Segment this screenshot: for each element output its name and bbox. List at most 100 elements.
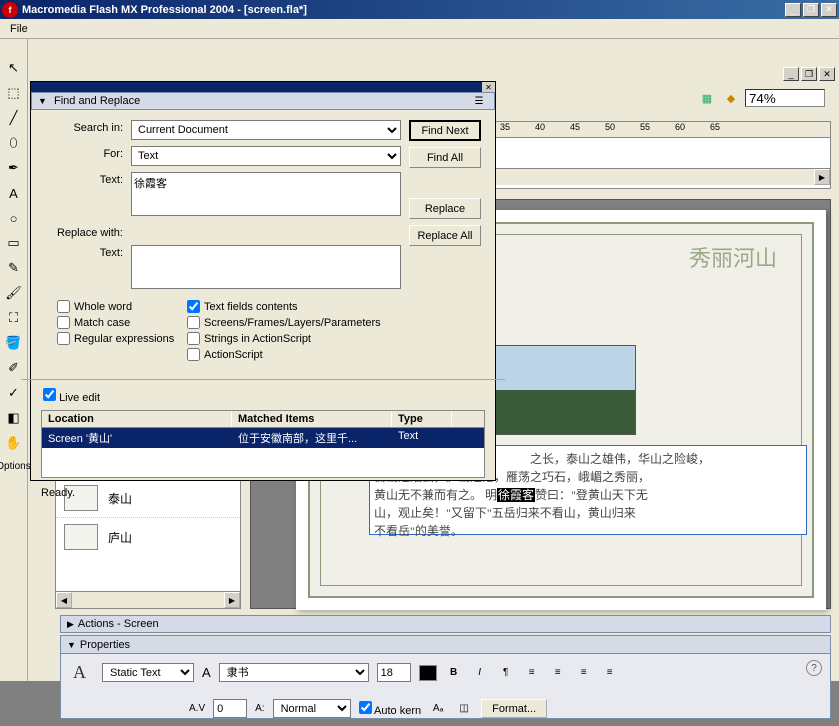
eyedropper-tool-icon[interactable]: ✓	[3, 382, 25, 404]
dialog-titlebar[interactable]: ✕	[31, 82, 495, 92]
ink-tool-icon[interactable]: ✐	[3, 357, 25, 379]
ruler-mark: 40	[535, 122, 570, 137]
whole-word-check[interactable]: Whole word	[57, 300, 187, 313]
text-type-select[interactable]: Static Text	[102, 663, 194, 682]
auto-kern-checkbox[interactable]	[359, 701, 372, 714]
main-area: ↖ ⬚ ╱ ⬯ ✒ A ○ ▭ ✎ 🖌 ⛶ 🪣 ✐ ✓ ◧ ✋ Options …	[0, 39, 839, 681]
replace-text-input[interactable]	[131, 245, 401, 289]
replace-button[interactable]: Replace	[409, 198, 481, 219]
doc-close-button[interactable]: ✕	[819, 67, 835, 81]
text-type-icon: A	[73, 662, 86, 683]
alias-icon[interactable]: Aₐ	[429, 700, 447, 718]
selectable-icon[interactable]: ◫	[455, 700, 473, 718]
eraser-tool-icon[interactable]: ◧	[3, 407, 25, 429]
for-select[interactable]: Text	[131, 146, 401, 166]
help-icon[interactable]: ?	[806, 660, 822, 676]
fill-tool-icon[interactable]: 🪣	[3, 332, 25, 354]
expand-arrow-icon[interactable]: ▼	[38, 96, 47, 106]
doc-restore-button[interactable]: ❐	[801, 67, 817, 81]
minimize-button[interactable]: _	[785, 3, 801, 17]
scene-icon[interactable]: ▦	[697, 89, 717, 107]
align-right-icon[interactable]: ≡	[575, 664, 593, 682]
hand-tool-icon[interactable]: ✋	[3, 432, 25, 454]
replace-text-label: Text:	[41, 245, 131, 259]
panel-menu-icon[interactable]: ☰	[470, 92, 488, 110]
rect-tool-icon[interactable]: ▭	[3, 232, 25, 254]
scroll-right-icon[interactable]: ▶	[224, 592, 240, 608]
ruler-mark: 35	[500, 122, 535, 137]
timeline-ruler[interactable]: 30 35 40 45 50 55 60 65	[461, 122, 830, 138]
dialog-title: Find and Replace	[54, 95, 140, 107]
aa-label: A:	[255, 703, 264, 714]
col-location[interactable]: Location	[42, 411, 232, 427]
live-edit-check[interactable]: Live edit	[43, 392, 100, 404]
dialog-header[interactable]: ▼ Find and Replace ☰	[31, 92, 495, 110]
menu-file[interactable]: File	[4, 21, 34, 37]
options-row: Whole word Match case Regular expression…	[57, 300, 401, 361]
collapse-arrow-icon[interactable]: ▶	[67, 619, 74, 630]
brush-tool-icon[interactable]: 🖌	[3, 282, 25, 304]
properties-panel: ▼ Properties ? A Static Text A 隶书 B I ¶ …	[60, 635, 831, 719]
actionscript-check[interactable]: ActionScript	[187, 348, 381, 361]
actions-panel[interactable]: ▶ Actions - Screen	[60, 615, 831, 633]
screen-name: 庐山	[108, 529, 132, 546]
auto-kern-check[interactable]: Auto kern	[359, 701, 422, 717]
font-size-input[interactable]	[377, 663, 411, 682]
scroll-track[interactable]	[477, 169, 814, 185]
symbol-icon[interactable]: ◆	[721, 89, 741, 107]
find-next-button[interactable]: Find Next	[409, 120, 481, 141]
close-button[interactable]: ✕	[821, 3, 837, 17]
ruler-mark: 50	[605, 122, 640, 137]
italic-button[interactable]: I	[471, 664, 489, 682]
zoom-input[interactable]	[745, 89, 825, 107]
ruler-mark: 60	[675, 122, 710, 137]
doc-minimize-button[interactable]: _	[783, 67, 799, 81]
strings-as-check[interactable]: Strings in ActionScript	[187, 332, 381, 345]
restore-button[interactable]: ❐	[803, 3, 819, 17]
subselect-tool-icon[interactable]: ⬚	[3, 82, 25, 104]
text-tool-icon[interactable]: A	[3, 182, 25, 204]
scroll-left-icon[interactable]: ◀	[56, 592, 72, 608]
align-justify-icon[interactable]: ≡	[601, 664, 619, 682]
screen-thumb-icon	[64, 524, 98, 550]
transform-tool-icon[interactable]: ⛶	[3, 307, 25, 329]
body-text: 山，观止矣！"又留下"五岳归来不看山，黄山归来	[374, 506, 636, 520]
screens-scrollbar[interactable]: ◀ ▶	[56, 591, 240, 608]
av-input[interactable]	[213, 699, 247, 718]
search-in-label: Search in:	[41, 120, 131, 134]
align-left-icon[interactable]: ≡	[523, 664, 541, 682]
color-swatch-icon[interactable]	[419, 665, 437, 681]
lasso-tool-icon[interactable]: ⬯	[3, 132, 25, 154]
results-row[interactable]: Screen '黄山' 位于安徽南部，这里千... Text	[42, 428, 484, 448]
search-in-select[interactable]: Current Document	[131, 120, 401, 140]
find-text-input[interactable]: 徐霞客	[131, 172, 401, 216]
properties-header[interactable]: ▼ Properties	[61, 636, 830, 654]
align-center-icon[interactable]: ≡	[549, 664, 567, 682]
text-fields-check[interactable]: Text fields contents	[187, 300, 381, 313]
pen-tool-icon[interactable]: ✒	[3, 157, 25, 179]
col-type[interactable]: Type	[392, 411, 452, 427]
screen-item[interactable]: 庐山	[56, 518, 240, 556]
match-case-check[interactable]: Match case	[57, 316, 187, 329]
orientation-icon[interactable]: ¶	[497, 664, 515, 682]
line-tool-icon[interactable]: ╱	[3, 107, 25, 129]
scroll-track[interactable]	[72, 592, 224, 608]
scroll-right-icon[interactable]: ▶	[814, 169, 830, 185]
format-button[interactable]: Format...	[481, 699, 547, 718]
cell-location: Screen '黄山'	[42, 428, 232, 448]
expand-arrow-icon[interactable]: ▼	[67, 640, 76, 650]
font-select[interactable]: 隶书	[219, 663, 369, 682]
regex-check[interactable]: Regular expressions	[57, 332, 187, 345]
aa-select[interactable]: Normal	[273, 699, 351, 718]
oval-tool-icon[interactable]: ○	[3, 207, 25, 229]
col-matched[interactable]: Matched Items	[232, 411, 392, 427]
screens-frames-check[interactable]: Screens/Frames/Layers/Parameters	[187, 316, 381, 329]
pencil-tool-icon[interactable]: ✎	[3, 257, 25, 279]
replace-all-button[interactable]: Replace All	[409, 225, 481, 246]
arrow-tool-icon[interactable]: ↖	[3, 57, 25, 79]
bold-button[interactable]: B	[445, 664, 463, 682]
dialog-close-button[interactable]: ✕	[482, 82, 495, 92]
timeline-scrollbar[interactable]: ◀ ▶	[461, 168, 830, 185]
find-all-button[interactable]: Find All	[409, 147, 481, 168]
timeline-frames[interactable]	[461, 138, 830, 168]
